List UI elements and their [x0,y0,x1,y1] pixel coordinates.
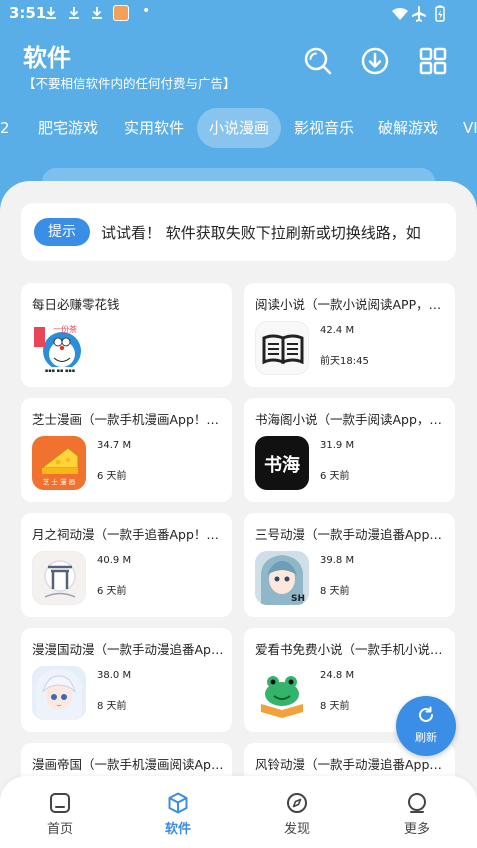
app-title: 风铃动漫（一款手动漫追番App！风铃动漫） [255,757,447,772]
app-title: 爱看书免费小说（一款手机小说阅读App） [255,642,447,657]
app-card[interactable]: 芝士漫画（一款手机漫画App！芝士漫画） 芝 士 漫 画 34.7 M 6 天前 [21,398,232,502]
app-date: 8 天前 [320,701,350,712]
tab-partial-left[interactable]: 2 [0,108,10,148]
tab-utility-software[interactable]: 实用软件 [124,108,184,148]
nav-home-label: 首页 [46,822,73,837]
app-size: 40.9 M [97,555,132,566]
wifi-icon [392,7,408,20]
search-icon[interactable] [303,46,333,76]
svg-text:▪▪▪ ▪▪ ▪▪▪: ▪▪▪ ▪▪ ▪▪▪ [45,368,75,374]
nav-more[interactable]: 更多 [387,792,447,837]
anime-girl-app-icon: SH [255,551,309,605]
refresh-icon [419,706,433,722]
nav-discover-label: 发现 [283,822,310,837]
download-notification-icon [92,7,102,19]
app-card[interactable]: 每日必赚零花钱 一份茶 ▪▪▪ ▪▪ ▪▪▪ [21,283,232,387]
airplane-icon [412,6,426,22]
app-date: 前天18:45 [320,356,369,367]
tab-partial-right[interactable]: VI [463,108,477,148]
app-card[interactable]: 阅读小说（一款小说阅读APP，海量小说） 42.4 M 前天18:45 [244,283,455,387]
home-icon [50,793,70,813]
app-title: 芝士漫画（一款手机漫画App！芝士漫画） [32,412,224,427]
shrine-app-icon [32,551,86,605]
page-title: 软件 [23,44,71,72]
nav-home[interactable]: 首页 [30,792,90,837]
nav-discover[interactable]: 发现 [267,792,327,837]
app-title: 每日必赚零花钱 [32,297,120,312]
notice-bar: 提示 试试看！ 软件获取失败下拉刷新或切换线路，如 [21,203,456,261]
app-date: 6 天前 [97,586,127,597]
refresh-button[interactable]: 刷新 [396,696,456,756]
download-notification-icon [69,7,79,19]
more-circle-icon [408,793,426,813]
app-title: 三号动漫（一款手动漫追番App！三号动漫） [255,527,447,542]
book-app-icon [255,321,309,375]
category-tabs: 2 肥宅游戏 实用软件 小说漫画 影视音乐 破解游戏 VI [0,108,477,148]
svg-text:一份茶: 一份茶 [53,324,77,334]
app-size: 39.8 M [320,555,355,566]
app-size: 38.0 M [97,670,132,681]
nav-software-label: 软件 [164,822,191,837]
status-indicators [392,5,445,22]
app-date: 8 天前 [97,701,127,712]
app-card[interactable]: 书海阁小说（一款手阅读App，海量小说） 书海 31.9 M 6 天前 [244,398,455,502]
status-bar: 3:51 • [0,0,477,28]
tab-otaku-games[interactable]: 肥宅游戏 [38,108,98,148]
app-size: 24.8 M [320,670,355,681]
app-title: 书海阁小说（一款手阅读App，海量小说） [255,412,447,427]
svg-text:书海: 书海 [264,454,300,476]
app-size: 42.4 M [320,325,355,336]
app-title: 漫漫国动漫（一款手动漫追番App！漫漫国） [32,642,224,657]
anime-white-hair-app-icon [32,666,86,720]
notice-text: 试试看！ 软件获取失败下拉刷新或切换线路，如 [101,224,421,242]
shuhai-app-icon: 书海 [255,436,309,490]
frog-book-app-icon [255,666,309,720]
grid-menu-icon[interactable] [418,46,448,76]
app-title: 漫画帝国（一款手机漫画阅读App！漫画帝国） [32,757,224,772]
bottom-navigation: 首页 软件 发现 更多 [0,776,477,848]
app-title: 阅读小说（一款小说阅读APP，海量小说） [255,297,447,312]
apps-cube-icon [168,792,188,814]
tab-video-music[interactable]: 影视音乐 [294,108,354,148]
app-card[interactable]: 月之祠动漫（一款手追番App！月之祠） 40.9 M 6 天前 [21,513,232,617]
cheese-app-icon: 芝 士 漫 画 [32,436,86,490]
status-time: 3:51 [9,4,47,22]
doraemon-app-icon: 一份茶 ▪▪▪ ▪▪ ▪▪▪ [32,321,86,375]
app-date: 6 天前 [320,471,350,482]
tab-cracked-games[interactable]: 破解游戏 [378,108,438,148]
svg-text:芝 士 漫 画: 芝 士 漫 画 [43,477,75,486]
app-date: 8 天前 [320,586,350,597]
battery-icon [435,5,445,22]
tab-novels-comics[interactable]: 小说漫画 [197,108,282,148]
app-card[interactable]: 三号动漫（一款手动漫追番App！三号动漫） SH 39.8 M 8 天前 [244,513,455,617]
app-notification-icon [113,5,129,21]
download-notification-icon [46,7,56,19]
app-title: 月之祠动漫（一款手追番App！月之祠） [32,527,224,542]
app-date: 6 天前 [97,471,127,482]
app-size: 31.9 M [320,440,355,451]
notice-badge: 提示 [34,218,90,246]
svg-text:SH: SH [291,594,305,604]
compass-icon [287,793,307,813]
nav-software[interactable]: 软件 [148,792,208,837]
status-dot: • [142,3,151,19]
refresh-label: 刷新 [415,731,437,744]
page-subtitle: 【不要相信软件内的任何付费与广告】 [23,76,236,91]
app-size: 34.7 M [97,440,132,451]
app-card[interactable]: 漫漫国动漫（一款手动漫追番App！漫漫国） 38.0 M 8 天前 [21,628,232,732]
nav-more-label: 更多 [403,822,430,837]
download-icon[interactable] [360,46,390,76]
